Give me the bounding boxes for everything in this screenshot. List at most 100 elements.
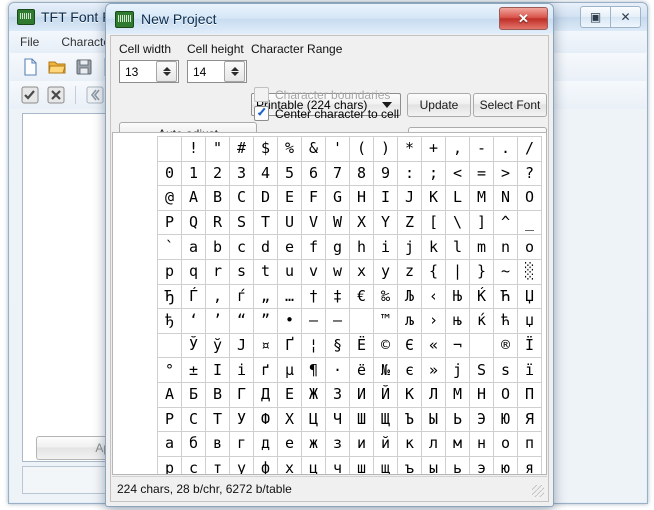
char-cell[interactable]: N (494, 186, 518, 211)
char-cell[interactable]: У (230, 407, 254, 433)
char-cell[interactable]: ѕ (494, 358, 518, 383)
character-grid[interactable]: ! " # $% & '() * +, -./ 0 1 2 3 4 5 6 7 8 9:; < = >? @ A B C D E F G H… (157, 136, 542, 474)
char-cell[interactable]: k (422, 235, 446, 260)
char-cell[interactable]: r (206, 259, 230, 285)
char-cell[interactable]: s (230, 259, 254, 285)
char-cell[interactable]: џ (518, 309, 542, 334)
char-cell[interactable]: ї (518, 358, 542, 383)
cell-height-spinner-arrows[interactable] (224, 61, 245, 82)
char-cell[interactable]: T (254, 210, 278, 236)
char-cell[interactable]: f (302, 235, 326, 260)
char-cell[interactable]: х (278, 456, 302, 474)
char-cell[interactable]: / (518, 137, 542, 162)
char-cell[interactable]: љ (398, 309, 422, 334)
char-cell[interactable]: ‘ (182, 309, 206, 334)
char-cell[interactable]: Ћ (494, 284, 518, 310)
char-cell[interactable]: Ъ (398, 407, 422, 433)
char-cell[interactable]: Ї (518, 333, 542, 359)
char-cell[interactable]: c (230, 235, 254, 260)
char-cell[interactable]: ¦ (302, 333, 326, 359)
char-cell[interactable]: т (206, 456, 230, 474)
char-cell[interactable]: ¶ (302, 358, 326, 383)
char-cell[interactable]: д (254, 432, 278, 457)
char-cell[interactable]: ‹ (422, 284, 446, 310)
char-cell[interactable]: ® (494, 333, 518, 359)
cell-height-stepper[interactable]: 14 (187, 60, 247, 83)
cell-width-stepper[interactable]: 13 (119, 60, 179, 83)
char-cell[interactable]: њ (446, 309, 470, 334)
char-cell[interactable]: F (302, 186, 326, 211)
char-cell[interactable]: Х (278, 407, 302, 433)
char-cell[interactable]: x (350, 259, 374, 285)
char-cell[interactable]: І (206, 358, 230, 383)
char-cell[interactable]: ™ (374, 309, 398, 334)
char-cell[interactable]: Ы (422, 407, 446, 433)
char-cell[interactable]: М (446, 382, 470, 408)
char-cell[interactable]: ) (374, 137, 398, 162)
char-cell[interactable]: ъ (398, 456, 422, 474)
char-cell[interactable]: ђ (158, 309, 182, 334)
dialog-close-button[interactable]: ✕ (499, 7, 548, 30)
char-cell[interactable]: Й (374, 382, 398, 408)
char-cell[interactable]: » (422, 358, 446, 383)
char-cell[interactable]: С (182, 407, 206, 433)
char-cell[interactable]: є (398, 358, 422, 383)
char-cell[interactable]: ‰ (374, 284, 398, 310)
char-cell[interactable]: Д (254, 382, 278, 408)
char-cell[interactable]: ` (158, 235, 182, 260)
char-cell[interactable]: ­ (470, 333, 494, 359)
char-cell[interactable]: M (470, 186, 494, 211)
char-cell[interactable]: , (446, 137, 470, 162)
char-cell[interactable]: і (230, 358, 254, 383)
char-cell[interactable]: % (278, 137, 302, 162)
char-cell[interactable]: b (206, 235, 230, 260)
char-cell[interactable]: « (422, 333, 446, 359)
char-cell[interactable]: q (182, 259, 206, 285)
char-cell[interactable]: ± (182, 358, 206, 383)
char-cell[interactable]: я (518, 456, 542, 474)
char-cell[interactable]: ј (446, 358, 470, 383)
char-cell[interactable]: 1 (182, 161, 206, 187)
char-cell[interactable]: О (494, 382, 518, 408)
cell-width-spinner-arrows[interactable] (156, 61, 177, 82)
char-cell[interactable]: ] (470, 210, 494, 236)
maximize-button[interactable]: ▣ (580, 6, 611, 28)
char-cell[interactable]: ћ (494, 309, 518, 334)
char-cell[interactable]: } (470, 259, 494, 285)
char-cell[interactable]: ? (518, 161, 542, 187)
char-cell[interactable]: п (518, 432, 542, 457)
char-cell[interactable]: а (158, 432, 182, 457)
character-grid-panel[interactable]: ! " # $% & '() * +, -./ 0 1 2 3 4 5 6 7 8 9:; < = >? @ A B C D E F G H… (112, 132, 547, 475)
char-cell[interactable]: ░ (518, 259, 542, 285)
char-cell[interactable]: ќ (470, 309, 494, 334)
char-cell[interactable]: ” (254, 309, 278, 334)
char-cell[interactable]: § (326, 333, 350, 359)
char-cell[interactable]: | (446, 259, 470, 285)
char-cell[interactable]: Л (422, 382, 446, 408)
char-cell[interactable]: ґ (254, 358, 278, 383)
save-disk-icon[interactable] (74, 57, 94, 77)
char-cell[interactable]: - (470, 137, 494, 162)
char-cell[interactable]: † (302, 284, 326, 310)
char-cell[interactable]: р (158, 456, 182, 474)
char-cell[interactable]: \ (446, 210, 470, 236)
char-cell[interactable]: w (326, 259, 350, 285)
char-cell[interactable]: й (374, 432, 398, 457)
char-cell[interactable]: щ (374, 456, 398, 474)
prev-icon[interactable] (85, 85, 105, 105)
char-cell[interactable]: 0 (158, 161, 182, 187)
char-cell[interactable]: 9 (374, 161, 398, 187)
char-cell[interactable]: З (326, 382, 350, 408)
char-cell[interactable]: 5 (278, 161, 302, 187)
char-cell[interactable]: ^ (494, 210, 518, 236)
char-cell[interactable]: $ (254, 137, 278, 162)
char-cell[interactable]: Ў (182, 333, 206, 359)
char-cell[interactable]: B (206, 186, 230, 211)
char-cell[interactable]: X (350, 210, 374, 236)
char-cell[interactable]: ж (302, 432, 326, 457)
char-cell[interactable]: ° (158, 358, 182, 383)
resize-grip-icon[interactable] (532, 485, 544, 497)
update-button[interactable]: Update (407, 93, 471, 117)
char-cell[interactable]: ; (422, 161, 446, 187)
char-cell[interactable]: ю (494, 456, 518, 474)
